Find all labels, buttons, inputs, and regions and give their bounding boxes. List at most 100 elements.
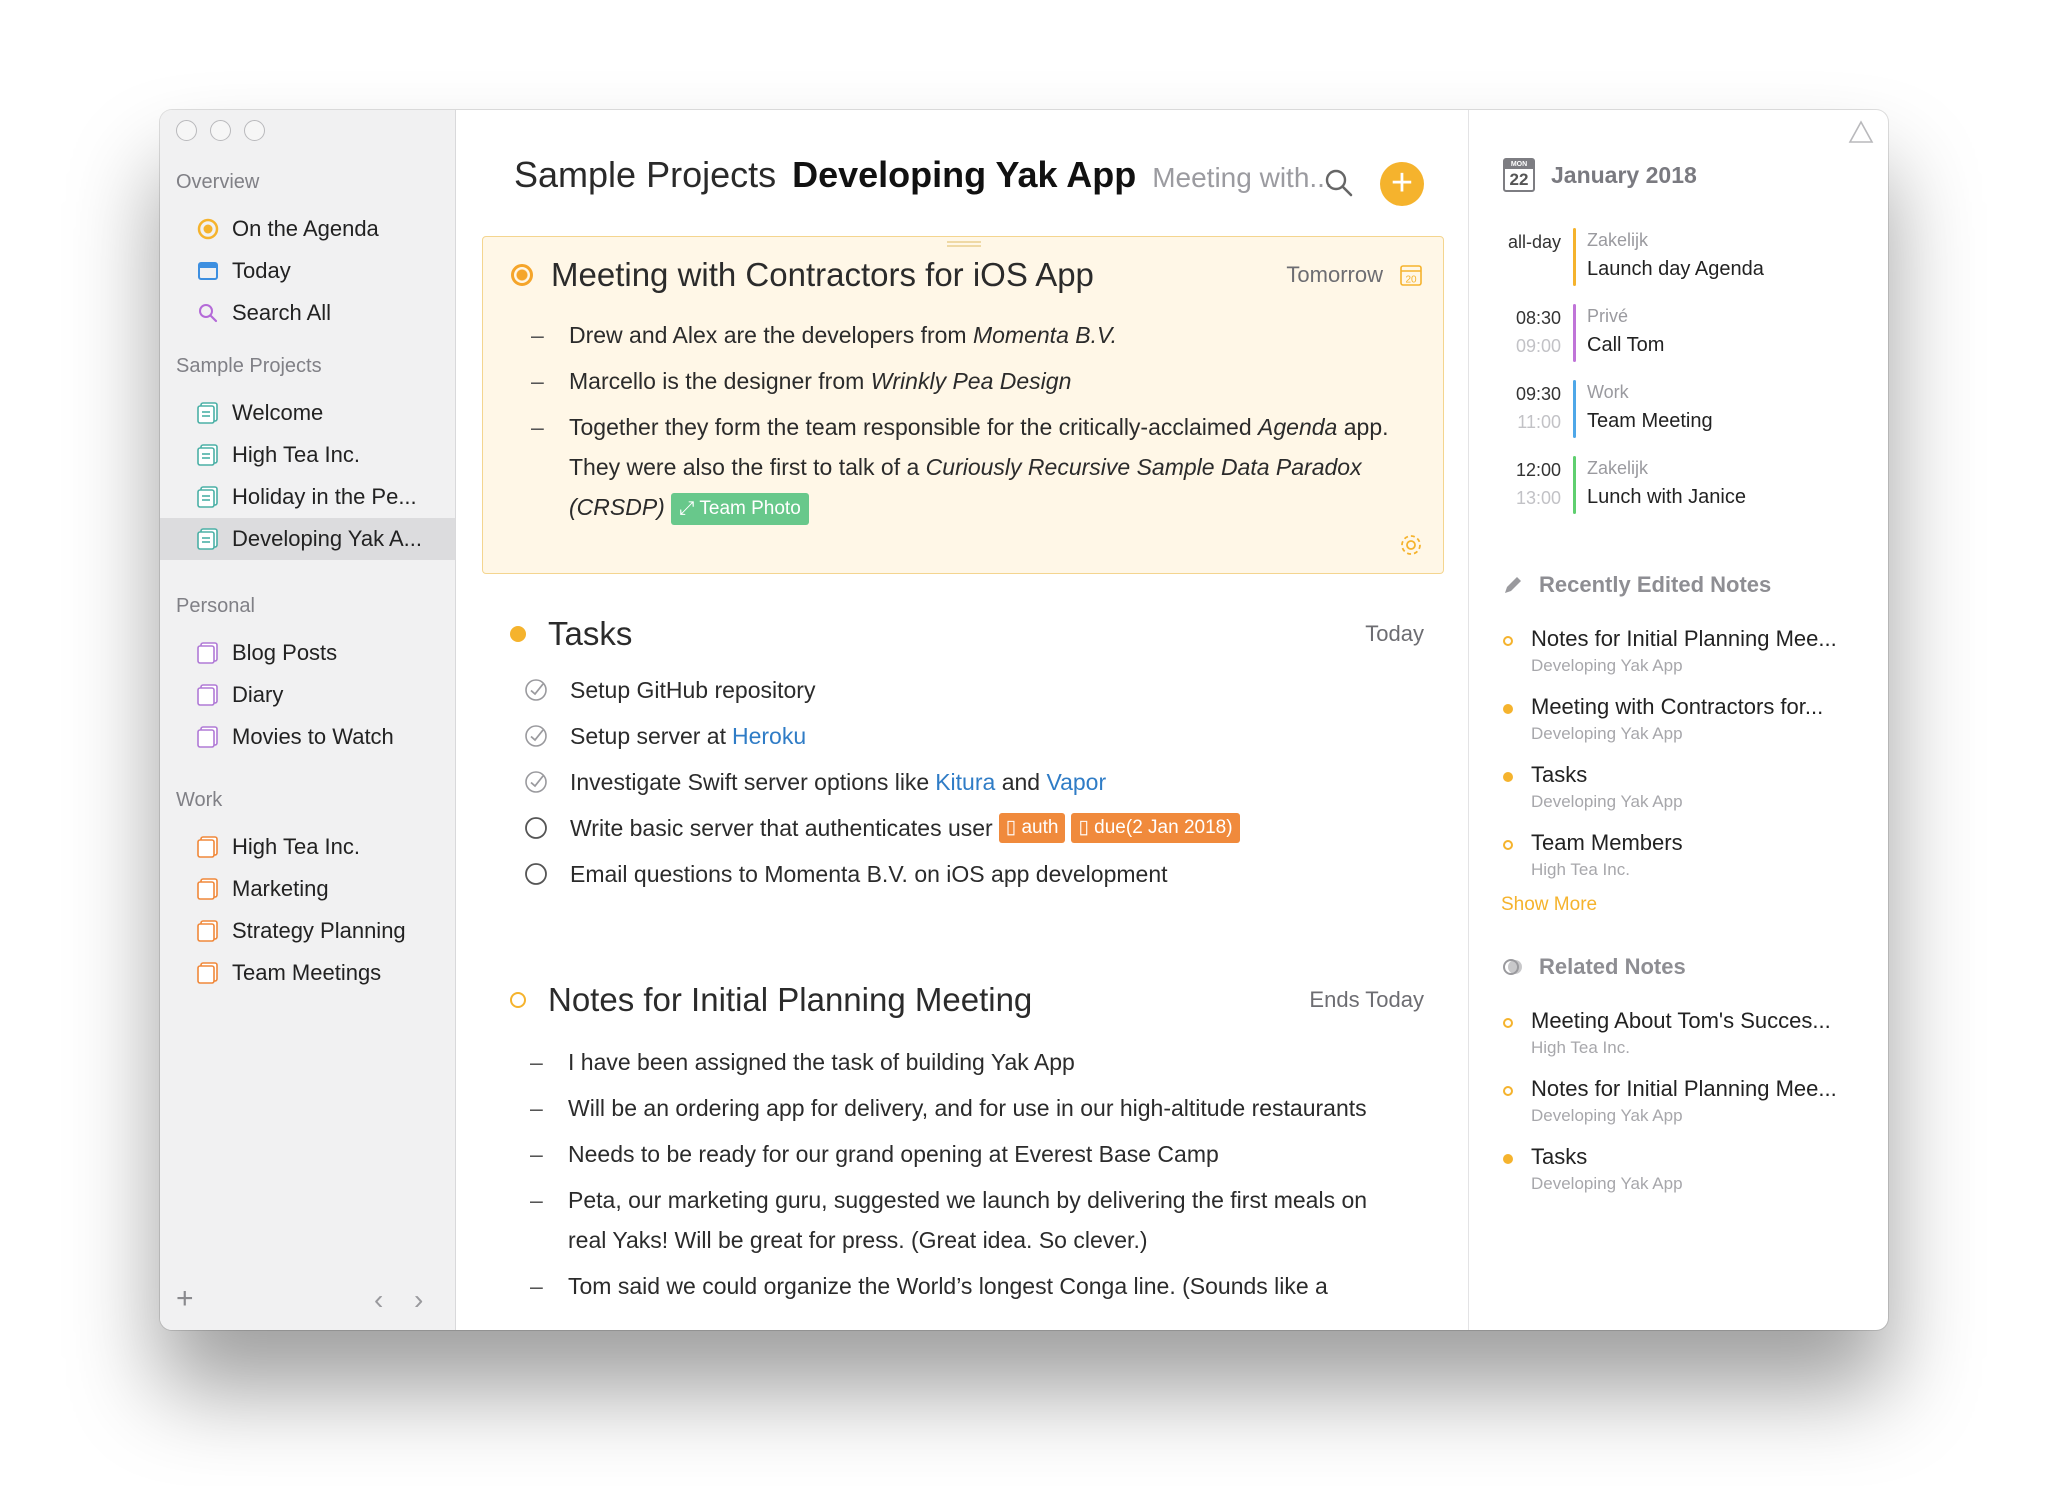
event-color-bar <box>1573 456 1576 514</box>
event-name: Call Tom <box>1587 334 1665 356</box>
checkbox-checked-icon[interactable] <box>524 724 548 748</box>
event-calendar: Privé <box>1587 306 1629 326</box>
related-note-item[interactable]: Meeting About Tom's Succes... High Tea I… <box>1501 1008 1871 1068</box>
list-item: Tom said we could organize the World’s l… <box>530 1266 1408 1306</box>
sidebar-item-blog-posts[interactable]: Blog Posts <box>160 632 455 674</box>
main-content: Sample Projects Developing Yak App Meeti… <box>456 110 1468 1330</box>
recent-note-item[interactable]: Notes for Initial Planning Mee... Develo… <box>1501 626 1871 686</box>
event-start: 12:00 <box>1515 460 1561 480</box>
event-end: 13:00 <box>1515 488 1561 508</box>
gear-icon[interactable] <box>1397 531 1425 559</box>
calendar-date-icon: MON 22 <box>1503 158 1535 192</box>
project-icon <box>197 684 218 706</box>
calendar-event[interactable]: 08:30 09:00 Privé Call Tom <box>1499 304 1869 368</box>
tag-auth[interactable]: ▯ auth <box>998 813 1066 843</box>
related-note-item[interactable]: Tasks Developing Yak App <box>1501 1144 1871 1204</box>
calendar-icon[interactable]: 20 <box>1399 263 1423 287</box>
tag-label: auth <box>1021 817 1059 838</box>
sidebar: Overview On the Agenda Today Search All … <box>160 110 456 1330</box>
sidebar-item-strategy-planning[interactable]: Strategy Planning <box>160 910 455 952</box>
drag-handle[interactable] <box>947 241 981 247</box>
tag-due[interactable]: ▯ due(2 Jan 2018) <box>1071 813 1240 843</box>
note-title[interactable]: Notes for Initial Planning Meeting <box>548 981 1309 1019</box>
add-note-button[interactable]: + <box>1380 162 1424 206</box>
note-title[interactable]: Meeting with Contractors for iOS App <box>551 256 1286 294</box>
sidebar-item-label: Developing Yak A... <box>232 526 422 551</box>
list-item: I have been assigned the task of buildin… <box>530 1042 1408 1082</box>
agenda-icon <box>197 218 219 240</box>
minimize-window-button[interactable] <box>210 120 231 141</box>
sidebar-item-marketing[interactable]: Marketing <box>160 868 455 910</box>
task-link[interactable]: Heroku <box>732 723 806 750</box>
note-body[interactable]: Drew and Alex are the developers from Mo… <box>531 315 1407 533</box>
agenda-status-icon[interactable] <box>511 264 533 286</box>
section-heading: Overview <box>176 171 260 193</box>
page-title: Developing Yak App <box>792 154 1137 195</box>
back-button[interactable]: ‹ <box>374 1284 383 1316</box>
calendar-event[interactable]: 12:00 13:00 Zakelijk Lunch with Janice <box>1499 456 1869 520</box>
calendar-event[interactable]: 09:30 11:00 Work Team Meeting <box>1499 380 1869 444</box>
checkbox-checked-icon[interactable] <box>524 770 548 794</box>
add-project-button[interactable]: + <box>176 1282 194 1316</box>
checkbox-checked-icon[interactable] <box>524 678 548 702</box>
recent-note-item[interactable]: Team Members High Tea Inc. <box>1501 830 1871 890</box>
status-dot[interactable] <box>510 626 526 642</box>
sidebar-section-overview: Overview On the Agenda Today Search All <box>160 168 455 334</box>
note-date[interactable]: Today <box>1365 621 1424 647</box>
sidebar-item-on-the-agenda[interactable]: On the Agenda <box>160 208 455 250</box>
sidebar-item-work-high-tea[interactable]: High Tea Inc. <box>160 826 455 868</box>
task-text: Setup GitHub repository <box>570 676 816 703</box>
task-link[interactable]: Kitura <box>935 769 995 796</box>
recent-note-item[interactable]: Meeting with Contractors for... Developi… <box>1501 694 1871 754</box>
event-start: 08:30 <box>1515 308 1561 328</box>
warning-icon[interactable] <box>1848 120 1874 144</box>
right-panel: MON 22 January 2018 all-day Zakelijk Lau… <box>1468 110 1888 1330</box>
tag-label: due(2 Jan 2018) <box>1094 817 1233 838</box>
close-window-button[interactable] <box>176 120 197 141</box>
team-photo-attachment[interactable]: ⤢ Team Photo <box>671 492 809 525</box>
sidebar-item-today[interactable]: Today <box>160 250 455 292</box>
note-card[interactable]: Meeting with Contractors for iOS App Tom… <box>482 236 1444 574</box>
sidebar-item-diary[interactable]: Diary <box>160 674 455 716</box>
sidebar-item-team-meetings[interactable]: Team Meetings <box>160 952 455 994</box>
sidebar-item-search-all[interactable]: Search All <box>160 292 455 334</box>
sidebar-item-developing-yak-app[interactable]: Developing Yak A... <box>160 518 455 560</box>
sidebar-item-label: Search All <box>232 300 332 325</box>
note-title[interactable]: Tasks <box>548 615 1365 653</box>
calendar-event[interactable]: all-day Zakelijk Launch day Agenda <box>1499 228 1869 292</box>
zoom-window-button[interactable] <box>244 120 265 141</box>
section-heading: Related Notes <box>1539 954 1686 979</box>
project-icon <box>197 836 218 858</box>
list-item: Together they form the team responsible … <box>531 407 1407 527</box>
note-card[interactable]: Tasks Today Setup GitHub repository Setu… <box>482 596 1444 966</box>
calendar-icon <box>198 262 218 280</box>
checkbox-icon[interactable] <box>524 862 548 886</box>
search-icon[interactable] <box>1322 166 1356 200</box>
recent-note-item[interactable]: Tasks Developing Yak App <box>1501 762 1871 822</box>
note-card[interactable]: Notes for Initial Planning Meeting Ends … <box>482 962 1444 1330</box>
search-field[interactable]: Meeting with... <box>1152 162 1333 194</box>
note-header: Notes for Initial Planning Meeting Ends … <box>510 978 1424 1022</box>
related-notes-icon <box>1503 959 1522 975</box>
sidebar-item-high-tea[interactable]: High Tea Inc. <box>160 434 455 476</box>
status-dot <box>1503 840 1513 850</box>
calendar-month[interactable]: January 2018 <box>1551 162 1697 189</box>
show-more-link[interactable]: Show More <box>1501 894 1597 916</box>
note-date[interactable]: Tomorrow <box>1286 262 1383 288</box>
forward-button[interactable]: › <box>414 1284 423 1316</box>
note-body[interactable]: I have been assigned the task of buildin… <box>530 1042 1408 1312</box>
status-dot[interactable] <box>510 992 526 1008</box>
related-note-item[interactable]: Notes for Initial Planning Mee... Develo… <box>1501 1076 1871 1136</box>
sidebar-item-movies[interactable]: Movies to Watch <box>160 716 455 758</box>
sidebar-item-holiday[interactable]: Holiday in the Pe... <box>160 476 455 518</box>
sidebar-section-work: Work High Tea Inc. Marketing Strategy Pl… <box>160 786 455 994</box>
note-title: Notes for Initial Planning Mee... <box>1531 1076 1837 1101</box>
task-link[interactable]: Vapor <box>1046 769 1106 796</box>
note-date[interactable]: Ends Today <box>1309 987 1424 1013</box>
calendar-day: 22 <box>1509 170 1529 189</box>
checkbox-icon[interactable] <box>524 816 548 840</box>
sidebar-item-label: Strategy Planning <box>232 918 406 943</box>
section-heading: Work <box>176 789 223 811</box>
project-title[interactable]: Sample Projects <box>514 154 776 196</box>
sidebar-item-welcome[interactable]: Welcome <box>160 392 455 434</box>
